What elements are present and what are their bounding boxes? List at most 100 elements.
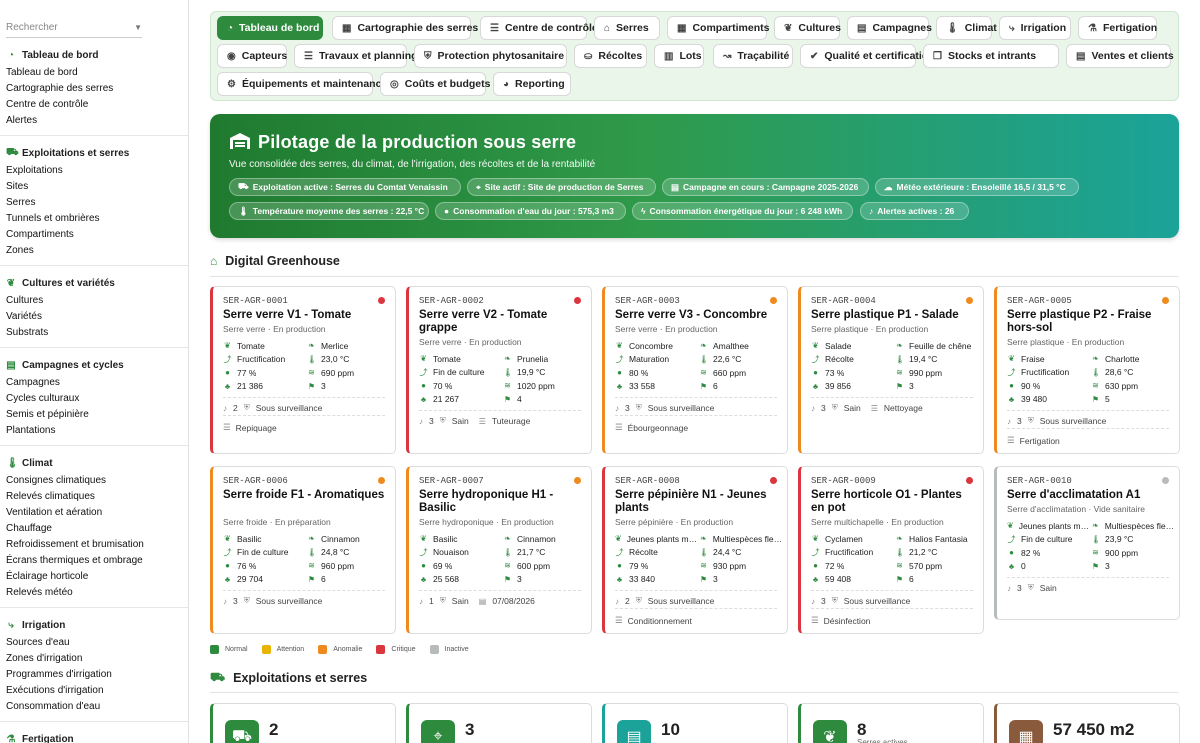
sidebar-item[interactable]: Refroidissement et brumisation xyxy=(0,537,188,553)
search-select[interactable]: Rechercher ▼ xyxy=(6,18,142,38)
metric-value: Maturation xyxy=(629,354,670,365)
sidebar-item[interactable]: Zones d'irrigation xyxy=(0,651,188,667)
sidebar-group-title: Tableau de bord xyxy=(22,49,99,61)
metric-humidity: ● 77 % xyxy=(223,368,307,378)
nav-button[interactable]: ⚙ Équipements et maintenance xyxy=(217,72,387,96)
greenhouse-card[interactable]: SER-AGR-0003 Serre verre V3 - Concombre Se… xyxy=(602,286,788,454)
sidebar-item[interactable]: Plantations xyxy=(0,423,188,439)
metric-value: Récolte xyxy=(825,354,854,365)
metric-row: ♣ 21 267 ⚑ 4 xyxy=(419,393,589,407)
divider xyxy=(210,276,1179,277)
card-title: Serre verre V3 - Concombre xyxy=(615,309,768,321)
shield-icon: ⛨ xyxy=(439,416,446,425)
sidebar-item[interactable]: Alertes xyxy=(0,113,188,129)
sidebar-item[interactable]: Relevés météo xyxy=(0,585,188,601)
sidebar-item[interactable]: Campagnes xyxy=(0,375,188,391)
sidebar-item[interactable]: Écrans thermiques et ombrage xyxy=(0,553,188,569)
chevron-down-icon[interactable]: ▼ xyxy=(134,23,142,32)
metric-value: 22,6 °C xyxy=(713,354,742,365)
nav-button[interactable]: ⤷ Irrigation xyxy=(999,16,1071,40)
greenhouse-card[interactable]: SER-AGR-0006 Serre froide F1 - Aromatique… xyxy=(210,466,396,634)
sidebar-item[interactable]: Semis et pépinière xyxy=(0,407,188,423)
metric-row: ♣ 0 ⚑ 3 xyxy=(1007,560,1177,574)
nav-button[interactable]: ▥ Lots xyxy=(654,44,704,68)
nav-button[interactable]: ☰ Centre de contrôle xyxy=(480,16,598,40)
nav-button[interactable]: ✔ Qualité et certifications xyxy=(800,44,941,68)
metric-value: Nouaison xyxy=(433,547,469,558)
nav-button[interactable]: ⚗ Fertigation xyxy=(1078,16,1157,40)
nav-button[interactable]: ▤ Ventes et clients xyxy=(1066,44,1174,68)
sidebar-item[interactable]: Sites xyxy=(0,179,188,195)
bell-icon: ♪ xyxy=(223,596,227,606)
cubes-icon: ❒ xyxy=(933,50,942,62)
sidebar-item[interactable]: Substrats xyxy=(0,325,188,341)
hero-info-pill: ☁ Météo extérieure : Ensoleillé 16,5 / 31… xyxy=(875,178,1079,196)
nav-button[interactable]: 🌡 Climat xyxy=(936,16,997,40)
nav-button[interactable]: ⛨ Protection phytosanitaire xyxy=(414,44,567,68)
greenhouse-card[interactable]: SER-AGR-0009 Serre horticole O1 - Plantes… xyxy=(798,466,984,634)
hero-pill-text: Consommation énergétique du jour : 6 248… xyxy=(649,206,843,216)
nav-button[interactable]: ⌂ Serres xyxy=(594,16,660,40)
nav-button[interactable]: ◔ Tableau de bord xyxy=(217,16,323,40)
metric-humidity: ● 72 % xyxy=(811,561,895,571)
metric-value: 80 % xyxy=(629,367,649,378)
droplet-icon: ● xyxy=(813,368,818,378)
leaf-icon: ❧ xyxy=(896,341,903,351)
status-dot xyxy=(770,477,777,484)
sidebar-item[interactable]: Exécutions d'irrigation xyxy=(0,683,188,699)
metric-row: ❦ Concombre ❧ Amalthee xyxy=(615,339,785,353)
metric-row: ❦ Salade ❧ Feuille de chêne xyxy=(811,339,981,353)
sidebar-item[interactable]: Consignes climatiques xyxy=(0,473,188,489)
greenhouse-card[interactable]: SER-AGR-0010 Serre d'acclimatation A1 Serr… xyxy=(994,466,1180,620)
greenhouse-card[interactable]: SER-AGR-0004 Serre plastique P1 - Salade S… xyxy=(798,286,984,454)
hero-pill-text: Exploitation active : Serres du Comtat V… xyxy=(252,182,448,192)
nav-button[interactable]: ◎ Coûts et budgets xyxy=(380,72,490,96)
nav-button[interactable]: ❦ Cultures xyxy=(774,16,841,40)
legend-label: Anomalie xyxy=(333,646,363,653)
nav-button[interactable]: ◕ Reporting xyxy=(493,72,571,96)
card-title: Serre verre V1 - Tomate xyxy=(223,309,352,321)
sidebar-item[interactable]: Serres xyxy=(0,195,188,211)
greenhouse-card[interactable]: SER-AGR-0005 Serre plastique P2 - Fraise … xyxy=(994,286,1180,454)
status-dot xyxy=(1162,477,1169,484)
nav-button[interactable]: ▤ Campagnes xyxy=(847,16,932,40)
stat-label: Serres actives xyxy=(857,738,908,743)
metric-crop: ❦ Fraise xyxy=(1007,354,1091,364)
greenhouse-card[interactable]: SER-AGR-0002 Serre verre V2 - Tomate grap… xyxy=(406,286,592,454)
nav-button[interactable]: ☰ Travaux et planning xyxy=(294,44,418,68)
sidebar-item[interactable]: Éclairage horticole xyxy=(0,569,188,585)
sidebar-item[interactable]: Cartographie des serres xyxy=(0,81,188,97)
sidebar-item[interactable]: Centre de contrôle xyxy=(0,97,188,113)
sidebar-item[interactable]: Exploitations xyxy=(0,163,188,179)
sidebar-item[interactable]: Sources d'eau xyxy=(0,635,188,651)
coins-icon: ◎ xyxy=(390,78,399,90)
card-title: Serre froide F1 - Aromatiques xyxy=(223,489,385,501)
greenhouse-card[interactable]: SER-AGR-0008 Serre pépinière N1 - Jeunes … xyxy=(602,466,788,634)
sidebar-item[interactable]: Cultures xyxy=(0,293,188,309)
greenhouse-card[interactable]: SER-AGR-0001 Serre verre V1 - Tomate Serre… xyxy=(210,286,396,454)
sidebar-item[interactable]: Compartiments xyxy=(0,227,188,243)
sidebar-item[interactable]: Consommation d'eau xyxy=(0,699,188,715)
sidebar-item[interactable]: Tunnels et ombrières xyxy=(0,211,188,227)
nav-button[interactable]: ◉ Capteurs xyxy=(217,44,287,68)
sidebar-item[interactable]: Zones xyxy=(0,243,188,259)
card-task: ☰ Ébourgeonnage xyxy=(615,422,688,433)
sidebar-item[interactable]: Programmes d'irrigation xyxy=(0,667,188,683)
nav-button[interactable]: ⛀ Récoltes xyxy=(574,44,647,68)
sidebar-item[interactable]: Ventilation et aération xyxy=(0,505,188,521)
sidebar-item[interactable]: Relevés climatiques xyxy=(0,489,188,505)
card-code: SER-AGR-0010 xyxy=(1007,476,1072,486)
metric-humidity: ● 90 % xyxy=(1007,381,1091,391)
sidebar-item[interactable]: Cycles culturaux xyxy=(0,391,188,407)
sidebar-group-header: 🌡 Climat xyxy=(0,456,188,470)
sidebar-item[interactable]: Tableau de bord xyxy=(0,65,188,81)
leaf-icon: ❧ xyxy=(700,534,707,544)
sidebar-item[interactable]: Chauffage xyxy=(0,521,188,537)
nav-button[interactable]: ↝ Traçabilité xyxy=(713,44,793,68)
sensor-icon: ◉ xyxy=(227,50,236,62)
greenhouse-card[interactable]: SER-AGR-0007 Serre hydroponique H1 - Basi… xyxy=(406,466,592,634)
sidebar-item[interactable]: Variétés xyxy=(0,309,188,325)
nav-button[interactable]: ▦ Cartographie des serres xyxy=(332,16,478,40)
nav-button[interactable]: ❒ Stocks et intrants xyxy=(923,44,1059,68)
nav-button[interactable]: ▦ Compartiments xyxy=(667,16,769,40)
